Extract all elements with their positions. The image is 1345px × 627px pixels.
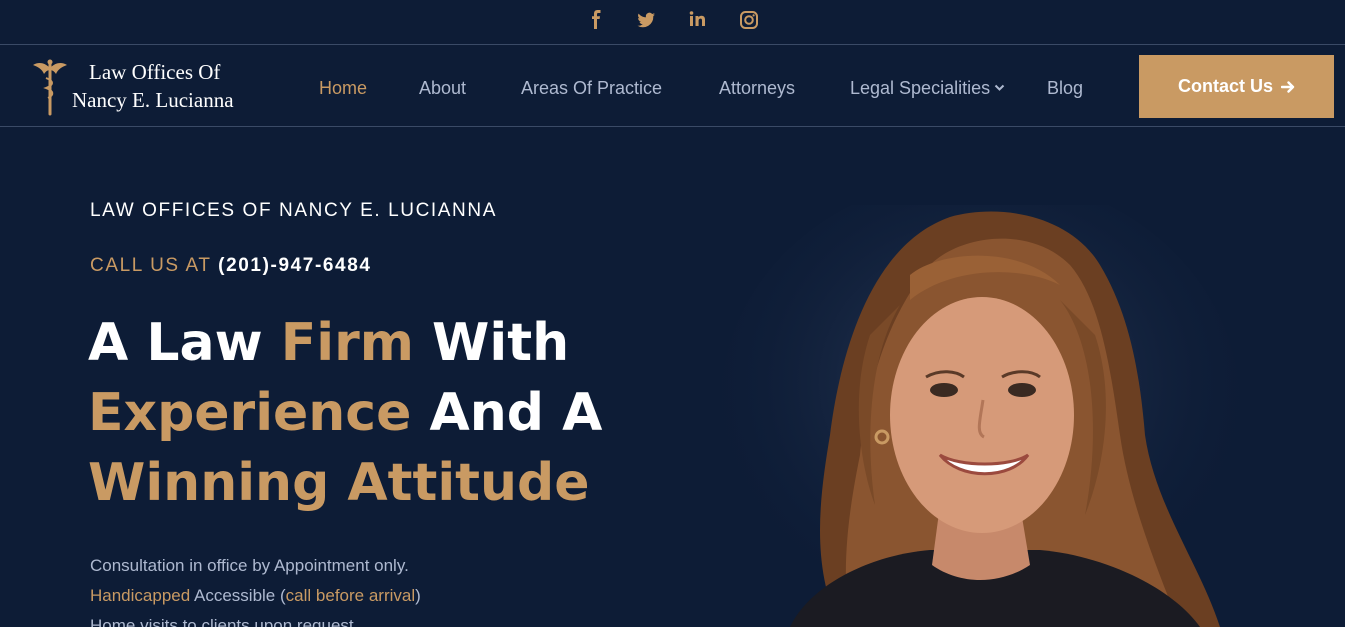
phone-number[interactable]: (201)-947-6484 bbox=[218, 255, 371, 276]
info-handicapped: Handicapped bbox=[90, 586, 191, 605]
hero-headline: A Law Firm With Experience And A Winning… bbox=[88, 308, 648, 518]
headline-word: With bbox=[432, 313, 570, 373]
headline-word-accent: Winning Attitude bbox=[88, 453, 590, 513]
hero-info: Consultation in office by Appointment on… bbox=[90, 551, 421, 627]
social-links bbox=[583, 9, 787, 31]
info-appointment: Consultation in office by Appointment on… bbox=[90, 556, 409, 575]
info-accessible: Accessible bbox=[194, 586, 276, 605]
linkedin-icon[interactable] bbox=[685, 9, 711, 31]
nav-attorneys[interactable]: Attorneys bbox=[719, 78, 795, 99]
contact-us-button[interactable]: Contact Us bbox=[1139, 55, 1334, 118]
nav-home[interactable]: Home bbox=[319, 78, 367, 99]
headline-word: And A bbox=[429, 383, 603, 443]
hero-eyebrow: LAW OFFICES OF NANCY E. LUCIANNA bbox=[90, 200, 497, 221]
nav-about[interactable]: About bbox=[419, 78, 466, 99]
call-us-line: CALL US AT (201)-947-6484 bbox=[90, 255, 372, 277]
attorney-portrait bbox=[720, 205, 1240, 627]
info-paren-close: ) bbox=[415, 586, 421, 605]
contact-us-label: Contact Us bbox=[1177, 76, 1273, 96]
headline-word-accent: Firm bbox=[280, 313, 414, 373]
nav-areas-of-practice[interactable]: Areas Of Practice bbox=[521, 78, 662, 99]
arrow-right-icon bbox=[1281, 80, 1295, 93]
logo-text-line2: Nancy E. Lucianna bbox=[72, 88, 234, 112]
nav-blog[interactable]: Blog bbox=[1047, 78, 1083, 99]
site-logo[interactable]: Law Offices Of Nancy E. Lucianna bbox=[30, 58, 260, 118]
logo-caduceus-icon bbox=[33, 59, 67, 116]
nav-legal-specialities-label: Legal Specialities bbox=[850, 78, 991, 98]
facebook-icon[interactable] bbox=[583, 9, 609, 31]
chevron-down-icon bbox=[994, 84, 1005, 91]
instagram-icon[interactable] bbox=[736, 9, 762, 31]
call-us-label: CALL US AT bbox=[90, 255, 212, 276]
info-accessibility: Handicapped Accessible (call before arri… bbox=[90, 581, 421, 611]
headline-word: A Law bbox=[88, 313, 263, 373]
social-bar bbox=[0, 0, 1345, 45]
headline-word-accent: Experience bbox=[88, 383, 412, 443]
twitter-icon[interactable] bbox=[634, 9, 660, 31]
info-call-before: call before arrival bbox=[285, 586, 416, 605]
nav-legal-specialities[interactable]: Legal Specialities bbox=[850, 78, 1005, 99]
logo-text-line1: Law Offices Of bbox=[89, 60, 221, 84]
info-home-visits: Home visits to clients upon request bbox=[90, 616, 354, 627]
main-navbar: Law Offices Of Nancy E. Lucianna Home Ab… bbox=[0, 46, 1345, 127]
